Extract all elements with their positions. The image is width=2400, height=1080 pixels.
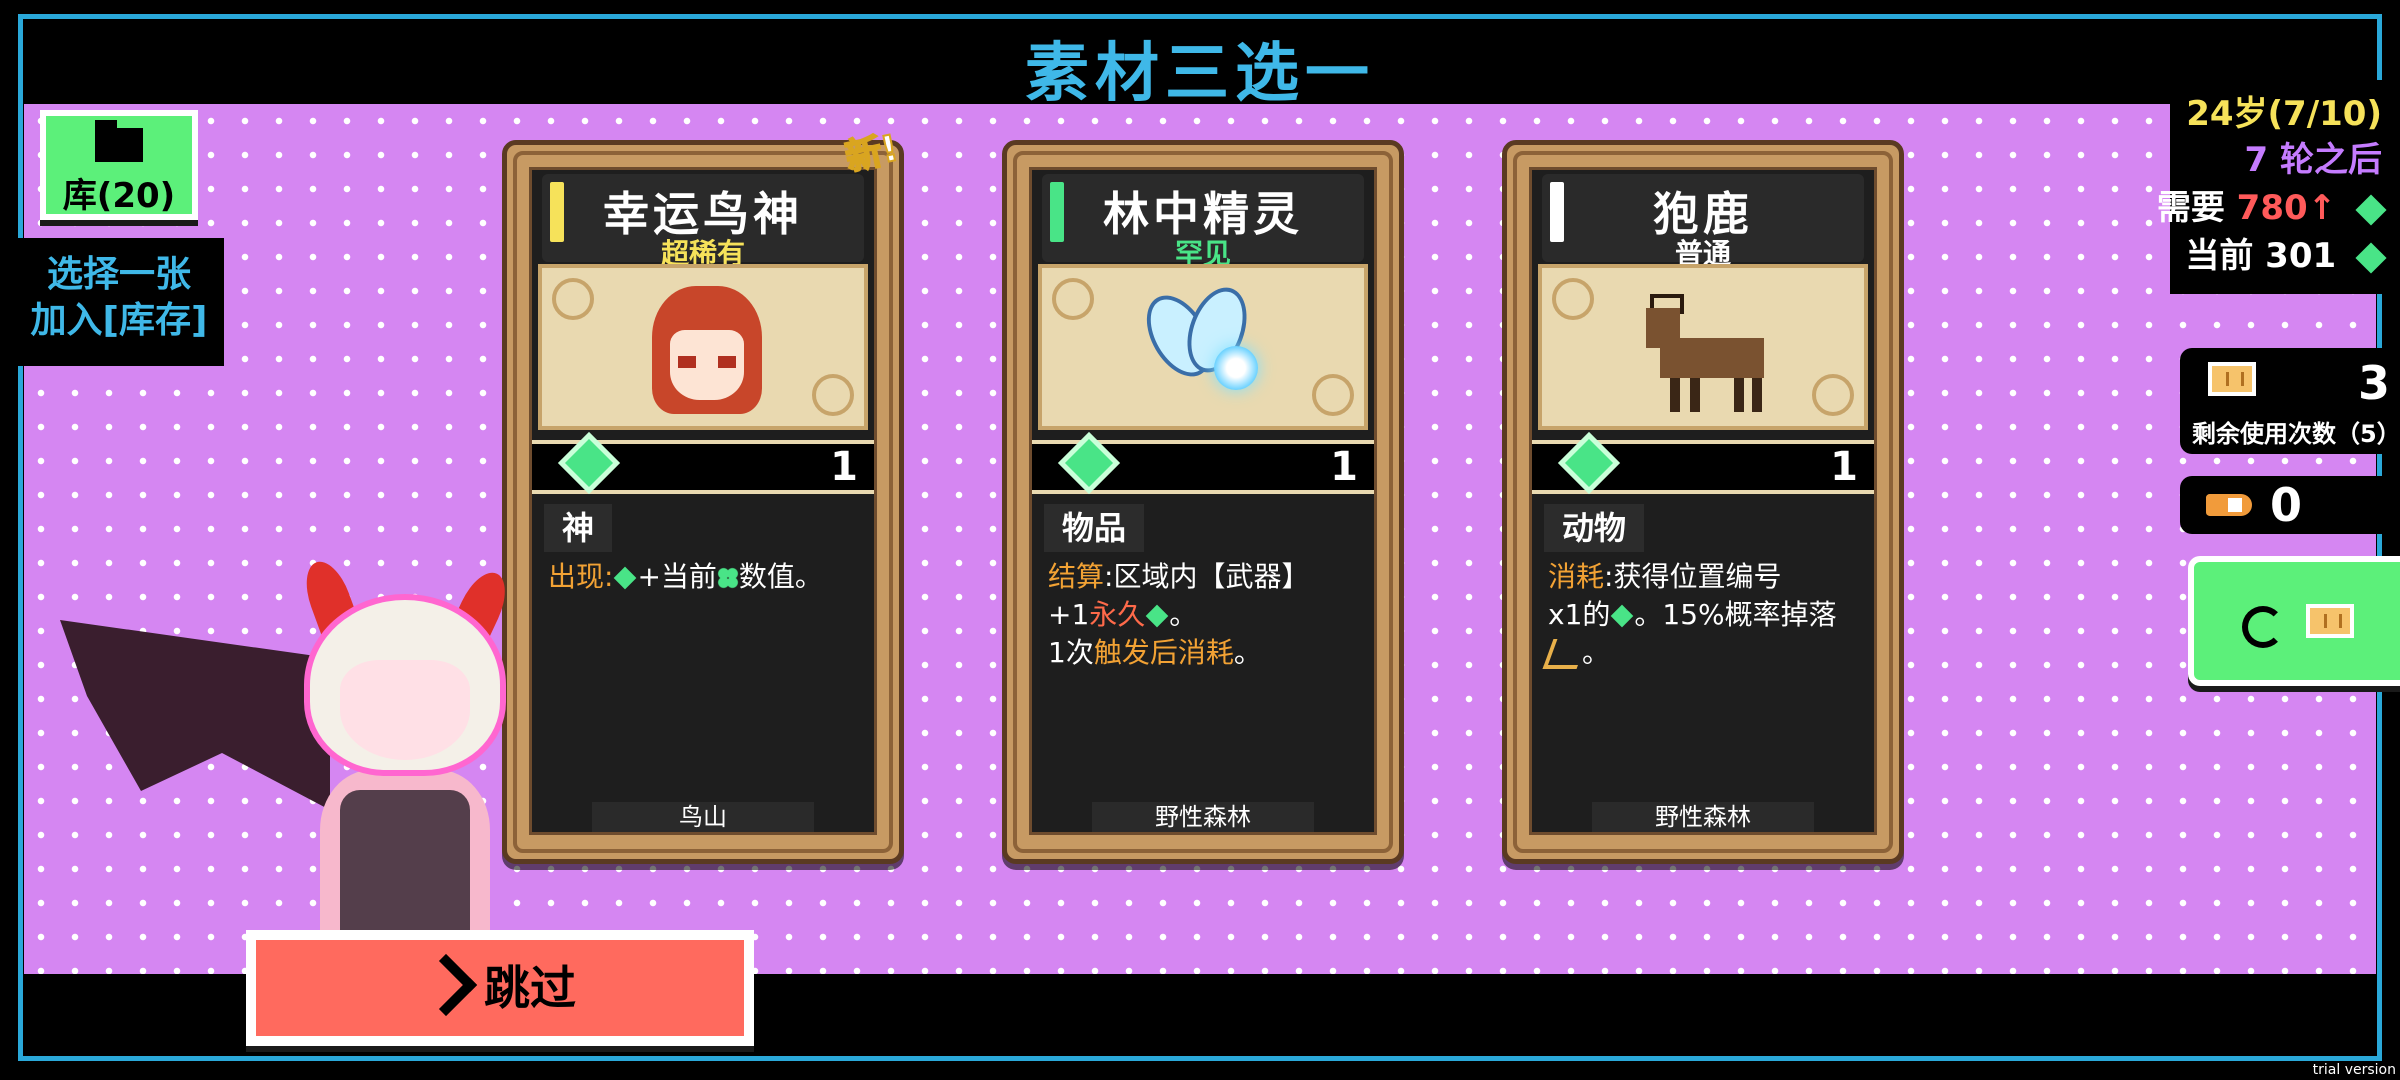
card-description: 结算:区域内【武器】 +1永久。 1次触发后消耗。 (1048, 560, 1310, 669)
clover-icon (716, 567, 739, 589)
up-arrow-icon: ↑ (2307, 188, 2337, 228)
skip-arrow-icon (414, 953, 478, 1017)
ticket-count: 3 (2357, 356, 2390, 410)
gem-icon (1064, 438, 1114, 488)
inventory-button[interactable]: 库(20) (40, 110, 198, 220)
keyword-permanent: 永久 (1089, 598, 1146, 631)
current-value: 301 (2265, 236, 2337, 276)
card-name-bar: 幸运鸟神 超稀有 (542, 174, 864, 270)
card-description: 消耗:获得位置编号 x1的 。15%概率掉落 。 (1542, 558, 1864, 672)
card-name-bar: 狍鹿 普通 (1542, 174, 1864, 270)
bullet-panel: 0 (2180, 476, 2400, 534)
folder-icon (95, 120, 143, 162)
card-type: 神 (544, 504, 613, 552)
ticket-uses-label: 剩余使用次数（5） (2192, 420, 2400, 448)
keyword-consume: 消耗 (1548, 560, 1605, 593)
progress-hud: 24岁(7/10) 7 轮之后 需要 780↑ 当前 301 (2157, 80, 2400, 294)
bullet-icon (2206, 494, 2252, 516)
gem-icon (1145, 604, 1169, 628)
ticket-icon (2208, 362, 2256, 396)
skip-label: 跳过 (484, 961, 576, 1015)
card-region: 野性森林 (1092, 802, 1314, 832)
card-body: 幸运鸟神 超稀有 1 神 出现: +当前 数值。 鸟山 (529, 167, 877, 835)
deer-sprite (1646, 294, 1776, 414)
twig-icon (1542, 639, 1588, 669)
card-art-frame (538, 264, 868, 430)
card-roe-deer[interactable]: 狍鹿 普通 1 动物 消耗:获得位置编号 x1的 。15%概率掉落 。 野性森林 (1502, 140, 1904, 864)
gem-icon (2355, 241, 2387, 274)
gem-icon (1611, 604, 1634, 628)
target-value: 780 (2236, 188, 2308, 228)
gem-icon (564, 438, 614, 488)
inventory-label: 库(20) (62, 176, 176, 216)
bat-wing (60, 620, 330, 810)
keyword-appear: 出现 (548, 560, 605, 593)
bird-god-portrait (652, 286, 762, 414)
choose-tip-line2: 加入[库存] (30, 300, 208, 341)
card-body: 狍鹿 普通 1 动物 消耗:获得位置编号 x1的 。15%概率掉落 。 野性森林 (1529, 167, 1877, 835)
card-type: 物品 (1044, 504, 1145, 552)
trial-version-watermark: trial version (2312, 1062, 2396, 1078)
target-row: 需要 780↑ (2156, 180, 2387, 229)
new-badge: 新! (841, 127, 903, 180)
card-value-bar: 1 (532, 438, 874, 494)
choose-tip-line1: 选择一张 (46, 254, 191, 295)
screen-title: 素材三选一 (1025, 37, 1375, 111)
ticket-panel: 3 剩余使用次数（5） (2180, 348, 2400, 454)
card-value: 1 (830, 444, 858, 490)
demon-girl-character (40, 540, 516, 980)
card-lucky-bird-god[interactable]: 幸运鸟神 超稀有 1 神 出现: +当前 数值。 鸟山 (502, 140, 904, 864)
refresh-icon (2242, 606, 2284, 648)
rounds-remaining: 7 轮之后 (2244, 140, 2383, 180)
fairy-sprite (1133, 279, 1272, 412)
card-value-bar: 1 (1532, 438, 1874, 494)
reroll-button[interactable] (2188, 556, 2400, 686)
target-label: 需要 (2156, 188, 2225, 228)
current-label: 当前 (2185, 236, 2254, 276)
card-description: 出现: +当前 数值。 (548, 560, 823, 593)
keyword-settle: 结算 (1048, 560, 1105, 593)
bullet-count: 0 (2270, 478, 2303, 532)
age-counter: 24岁(7/10) (2186, 94, 2382, 134)
card-type: 动物 (1544, 504, 1645, 552)
card-art-frame (1538, 264, 1868, 430)
skip-button[interactable]: 跳过 (246, 930, 754, 1046)
gem-icon (2355, 193, 2387, 226)
card-value: 1 (1830, 444, 1858, 490)
card-body: 林中精灵 罕见 1 物品 结算:区域内【武器】 +1永久。 1次触发后消耗。 野… (1029, 167, 1377, 835)
card-name-bar: 林中精灵 罕见 (1042, 174, 1364, 270)
current-row: 当前 301 (2185, 228, 2387, 277)
card-region: 鸟山 (592, 802, 814, 832)
ticket-icon (2306, 604, 2354, 638)
card-forest-fairy[interactable]: 林中精灵 罕见 1 物品 结算:区域内【武器】 +1永久。 1次触发后消耗。 野… (1002, 140, 1404, 864)
keyword-consume-after: 触发后消耗 (1093, 636, 1234, 669)
choose-tip: 选择一张 加入[库存] (14, 238, 224, 366)
gem-icon (614, 566, 637, 590)
card-region: 野性森林 (1592, 802, 1814, 832)
gem-icon (1564, 438, 1614, 488)
card-art-frame (1038, 264, 1368, 430)
card-value: 1 (1330, 444, 1358, 490)
card-value-bar: 1 (1032, 438, 1374, 494)
